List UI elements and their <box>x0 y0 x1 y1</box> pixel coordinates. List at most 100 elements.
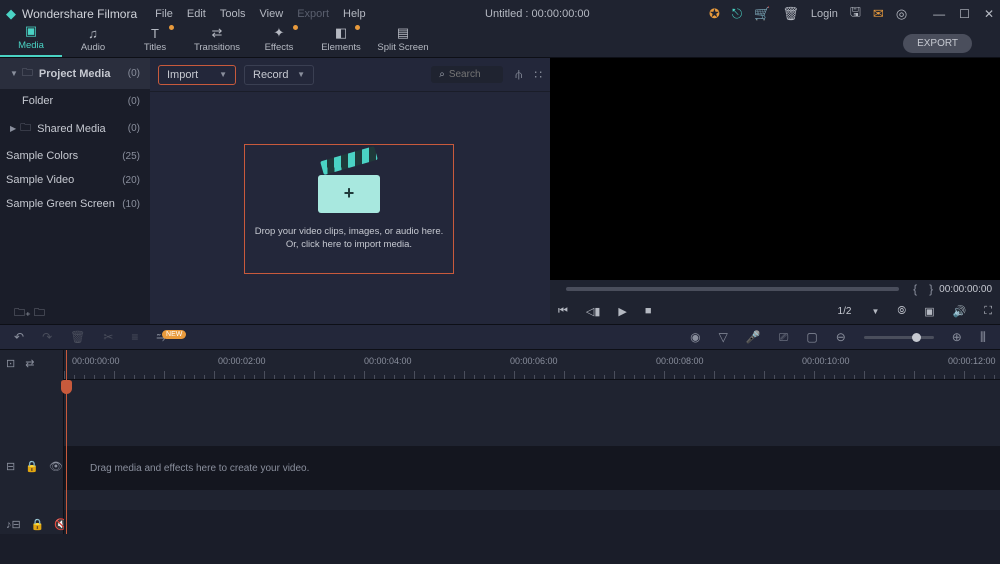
filter-icon[interactable]: ⫛ <box>515 67 522 82</box>
sidebar-item-shared-media[interactable]: ▶ 🗀 Shared Media (0) <box>0 113 150 144</box>
playhead[interactable] <box>66 350 67 534</box>
tab-transitions-label: Transitions <box>194 42 240 53</box>
menu-file[interactable]: File <box>155 8 173 20</box>
new-folder-icon[interactable]: 🗀 <box>34 307 45 319</box>
link-toggle-icon[interactable]: ⇄ <box>25 357 34 370</box>
zoom-out-button[interactable]: ⊖ <box>836 330 846 344</box>
media-content: Import ▼ Record ▼ ⌕ ⫛ ∷ + Drop your vide… <box>150 58 550 324</box>
sidebar-count: (0) <box>128 123 140 134</box>
tab-effects[interactable]: ✦ Effects <box>248 24 310 57</box>
ruler-timecode: 00:00:02:00 <box>218 356 266 366</box>
seek-slider[interactable] <box>566 287 899 291</box>
timeline-ruler[interactable]: 00:00:00:00 00:00:02:00 00:00:04:00 00:0… <box>64 350 1000 380</box>
fullscreen-icon[interactable]: ⛶ <box>984 305 992 318</box>
audio-track-icon[interactable]: ♪⊟ <box>6 518 21 531</box>
import-dropzone[interactable]: + Drop your video clips, images, or audi… <box>244 144 454 274</box>
import-dropdown[interactable]: Import ▼ <box>158 65 236 85</box>
ruler-timecode: 00:00:08:00 <box>656 356 704 366</box>
new-dot-icon <box>293 25 298 30</box>
prev-frame-button[interactable]: ⏮ <box>558 305 568 318</box>
tab-audio[interactable]: ♫ Audio <box>62 24 124 57</box>
eye-icon[interactable]: 👁 <box>49 460 63 473</box>
maximize-button[interactable]: ☐ <box>959 7 970 21</box>
sidebar-item-sample-colors[interactable]: Sample Colors (25) <box>0 144 150 168</box>
stop-button[interactable]: ■ <box>645 305 652 317</box>
fit-timeline-icon[interactable]: ⦀ <box>980 329 986 346</box>
search-box[interactable]: ⌕ <box>431 66 503 83</box>
play-button[interactable]: ▶ <box>618 305 626 318</box>
new-badge: NEW <box>162 330 186 339</box>
menu-help[interactable]: Help <box>343 8 366 20</box>
tab-media[interactable]: ▣ Media <box>0 22 62 57</box>
search-input[interactable] <box>449 69 493 80</box>
menu-tools[interactable]: Tools <box>220 8 246 20</box>
audio-track-1[interactable] <box>64 510 1000 534</box>
tab-elements[interactable]: ◧ Elements <box>310 24 372 57</box>
support-icon[interactable]: ⎋ <box>732 6 742 22</box>
tab-transitions[interactable]: ⇄ Transitions <box>186 24 248 57</box>
new-dot-icon <box>355 25 360 30</box>
mixer-icon[interactable]: ⎚ <box>779 330 789 345</box>
snap-toggle-icon[interactable]: ⊡ <box>6 357 15 370</box>
tab-splitscreen[interactable]: ▤ Split Screen <box>372 24 434 57</box>
sidebar-label: Project Media <box>39 68 128 80</box>
login-link[interactable]: Login <box>811 8 838 20</box>
chevron-down-icon[interactable]: ▼ <box>871 307 879 316</box>
cart-icon[interactable]: 🛒 <box>754 6 770 22</box>
list-icon[interactable]: ≡ <box>131 330 138 344</box>
record-dropdown[interactable]: Record ▼ <box>244 65 314 85</box>
snapshot-icon[interactable]: ⦾ <box>897 305 906 318</box>
sidebar-item-sample-green[interactable]: Sample Green Screen (10) <box>0 192 150 216</box>
delete-button[interactable]: 🗑 <box>70 330 85 344</box>
lock-icon[interactable]: 🔒 <box>31 518 45 531</box>
menu-edit[interactable]: Edit <box>187 8 206 20</box>
zoom-in-button[interactable]: ⊕ <box>952 330 962 344</box>
feedback-icon[interactable]: ✪ <box>709 6 720 22</box>
trash-icon[interactable]: 🗑 <box>782 6 799 22</box>
undo-button[interactable]: ↶ <box>14 330 24 344</box>
marker-icon[interactable]: ⥲NEW <box>156 330 190 345</box>
menu-export[interactable]: Export <box>297 8 329 20</box>
preview-quality[interactable]: 1/2 <box>838 306 852 317</box>
transition-icon: ⇄ <box>212 26 223 40</box>
track-toggle-icon[interactable]: ⊟ <box>6 460 15 473</box>
snap-icon[interactable]: ▢ <box>806 330 817 344</box>
ruler-timecode: 00:00:04:00 <box>364 356 412 366</box>
close-button[interactable]: ✕ <box>984 7 994 21</box>
minimize-button[interactable]: — <box>933 7 945 21</box>
mark-out-icon[interactable]: } <box>929 282 933 296</box>
sidebar-item-project-media[interactable]: ▼ 🗀 Project Media (0) <box>0 58 150 89</box>
marker-tool-icon[interactable]: ▽ <box>719 330 728 344</box>
step-back-button[interactable]: ◁▮ <box>586 305 601 318</box>
video-track-1[interactable]: Drag media and effects here to create yo… <box>64 446 1000 490</box>
sidebar-count: (0) <box>128 68 140 79</box>
menu-view[interactable]: View <box>260 8 284 20</box>
message-icon[interactable]: ✉ <box>873 6 884 22</box>
grid-view-icon[interactable]: ∷ <box>534 68 542 82</box>
sidebar-count: (10) <box>122 199 140 210</box>
voice-icon[interactable]: 🎤 <box>746 330 761 344</box>
sidebar-item-sample-video[interactable]: Sample Video (20) <box>0 168 150 192</box>
tab-titles-label: Titles <box>144 42 166 53</box>
split-icon: ▤ <box>397 26 409 40</box>
tab-titles[interactable]: T Titles <box>124 24 186 57</box>
music-icon: ♫ <box>88 26 98 40</box>
record-label: Record <box>253 69 288 81</box>
category-toolbar: ▣ Media ♫ Audio T Titles ⇄ Transitions ✦… <box>0 28 1000 58</box>
sidebar-count: (25) <box>122 151 140 162</box>
text-icon: T <box>151 26 159 40</box>
split-button[interactable]: ✂ <box>103 330 113 344</box>
redo-button[interactable]: ↷ <box>42 330 52 344</box>
save-icon[interactable]: 🖫 <box>850 3 861 25</box>
render-icon[interactable]: ◉ <box>690 330 700 344</box>
add-folder-icon[interactable]: 🗀₊ <box>14 307 31 319</box>
lock-icon[interactable]: 🔒 <box>25 460 39 473</box>
zoom-slider[interactable] <box>864 336 934 339</box>
export-button[interactable]: EXPORT <box>903 34 972 53</box>
user-icon[interactable]: ◎ <box>896 6 907 22</box>
camera-icon[interactable]: ▣ <box>924 305 934 318</box>
mark-in-icon[interactable]: { <box>913 282 917 296</box>
sidebar-item-folder[interactable]: Folder (0) <box>0 89 150 113</box>
volume-icon[interactable]: 🔊 <box>953 305 967 318</box>
tab-media-label: Media <box>18 40 44 51</box>
